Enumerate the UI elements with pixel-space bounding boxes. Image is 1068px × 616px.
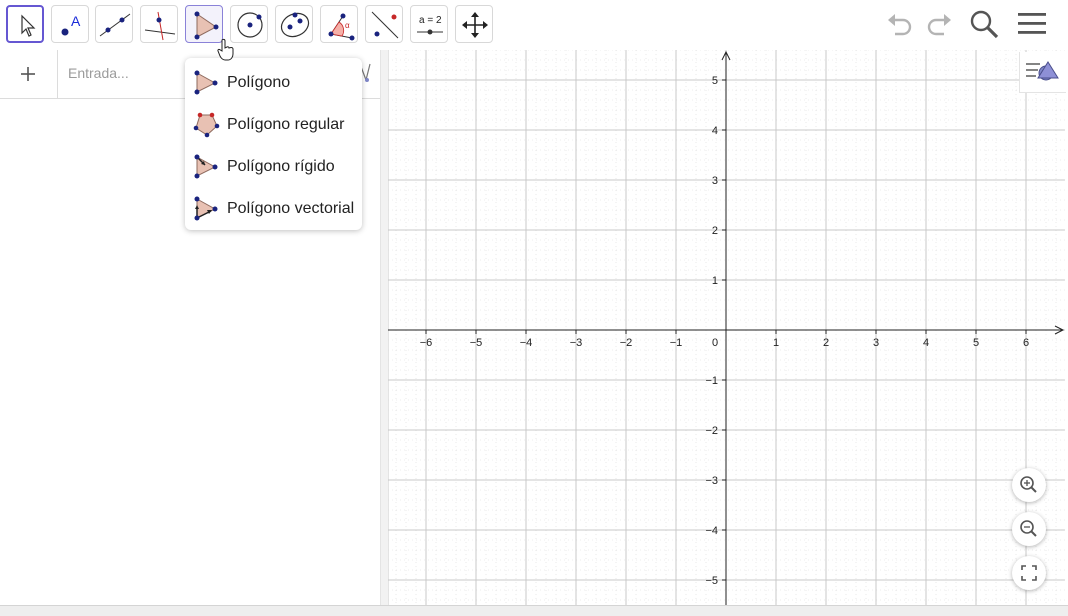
- angle-tool-button[interactable]: α: [320, 5, 358, 43]
- zoom-out-icon: [1020, 520, 1037, 537]
- y-tick-label: −4: [705, 525, 718, 537]
- dropdown-item-label: Polígono: [227, 74, 291, 91]
- zoom-in-icon: [1020, 476, 1037, 493]
- y-tick-label: −5: [705, 575, 718, 587]
- fullscreen-icon: [1021, 565, 1037, 581]
- polygon-icon: [194, 70, 218, 95]
- add-item-button[interactable]: [0, 50, 58, 98]
- style-bar-toggle[interactable]: [1019, 52, 1066, 93]
- dropdown-item-label: Polígono regular: [227, 116, 345, 133]
- arrow-cursor-icon: [21, 14, 36, 37]
- y-tick-label: 1: [712, 275, 718, 287]
- coordinate-grid: −6 −5 −4 −3 −2 −1 0 1 2 3 4 5 6 5 4 3 2 1 −1 −2 −3 −4 −5: [388, 50, 1065, 605]
- ellipse-icon: [280, 12, 310, 38]
- point-icon: A: [61, 13, 81, 36]
- y-tick-label: −2: [705, 425, 718, 437]
- dropdown-item-rigid-polygon[interactable]: Polígono rígido: [185, 146, 362, 188]
- line-icon: [99, 13, 131, 37]
- move-tool-button[interactable]: [6, 5, 44, 43]
- x-tick-label: −4: [520, 337, 533, 349]
- slider-icon: a = 2: [417, 15, 443, 35]
- toolbar: A α a = 2: [0, 0, 1068, 50]
- polygon-tools-dropdown: Polígono Polígono regular Polígono rígid…: [185, 58, 362, 230]
- dropdown-item-polygon[interactable]: Polígono: [185, 62, 362, 104]
- move-view-tool-button[interactable]: [455, 5, 493, 43]
- x-tick-label: −3: [570, 337, 583, 349]
- dropdown-item-vector-polygon[interactable]: Polígono vectorial: [185, 188, 362, 230]
- move-arrows-icon: [462, 12, 488, 38]
- rigid-polygon-icon: [194, 154, 218, 179]
- window-bottom-border: [0, 605, 1068, 616]
- point-tool-button[interactable]: A: [51, 5, 89, 43]
- line-tool-button[interactable]: [95, 5, 133, 43]
- dropdown-item-label: Polígono rígido: [227, 158, 335, 175]
- x-tick-label: −6: [420, 337, 433, 349]
- geogebra-app: A α a = 2 Entrada... −6 −5 −4 −3 −2 −1 0…: [0, 0, 1068, 616]
- svg-text:α: α: [345, 21, 350, 30]
- reflect-icon: [371, 11, 399, 39]
- vector-polygon-icon: [194, 196, 218, 221]
- x-tick-label: 1: [773, 337, 779, 349]
- plus-icon: [21, 67, 35, 81]
- x-tick-label: 5: [973, 337, 979, 349]
- y-tick-label: 4: [712, 125, 718, 137]
- y-tick-label: −1: [705, 375, 718, 387]
- y-tick-label: 2: [712, 225, 718, 237]
- algebra-input[interactable]: Entrada...: [68, 65, 129, 81]
- x-tick-label: −1: [670, 337, 683, 349]
- regular-polygon-icon: [193, 112, 220, 138]
- y-tick-label: −3: [705, 475, 718, 487]
- svg-text:A: A: [71, 13, 81, 29]
- fullscreen-button[interactable]: [1012, 556, 1046, 590]
- dropdown-item-regular-polygon[interactable]: Polígono regular: [185, 104, 362, 146]
- hand-cursor-icon: [217, 38, 234, 61]
- x-tick-label: 6: [1023, 337, 1029, 349]
- menu-icon[interactable]: [1016, 8, 1048, 40]
- ellipse-tool-button[interactable]: [275, 5, 313, 43]
- undo-icon[interactable]: [885, 8, 917, 40]
- dropdown-item-label: Polígono vectorial: [227, 200, 355, 217]
- perpendicular-tool-button[interactable]: [140, 5, 178, 43]
- reflect-tool-button[interactable]: [365, 5, 403, 43]
- angle-icon: α: [328, 13, 355, 41]
- slider-tool-button[interactable]: a = 2: [410, 5, 448, 43]
- y-tick-label: 5: [712, 75, 718, 87]
- perpendicular-icon: [144, 11, 176, 41]
- svg-text:a = 2: a = 2: [419, 15, 442, 26]
- x-tick-label: 4: [923, 337, 929, 349]
- search-icon[interactable]: [968, 8, 1002, 42]
- graphics-view[interactable]: −6 −5 −4 −3 −2 −1 0 1 2 3 4 5 6 5 4 3 2 1 −1 −2 −3 −4 −5: [388, 50, 1065, 605]
- x-tick-label: −5: [470, 337, 483, 349]
- x-tick-label: 2: [823, 337, 829, 349]
- zoom-in-button[interactable]: [1012, 468, 1046, 502]
- x-tick-label: 0: [712, 337, 718, 349]
- x-tick-label: 3: [873, 337, 879, 349]
- redo-icon[interactable]: [922, 8, 954, 40]
- zoom-out-button[interactable]: [1012, 512, 1046, 546]
- circle-center-point-icon: [237, 12, 263, 38]
- y-tick-label: 3: [712, 175, 718, 187]
- graphics-style-icon: [1026, 61, 1059, 81]
- x-tick-label: −2: [620, 337, 633, 349]
